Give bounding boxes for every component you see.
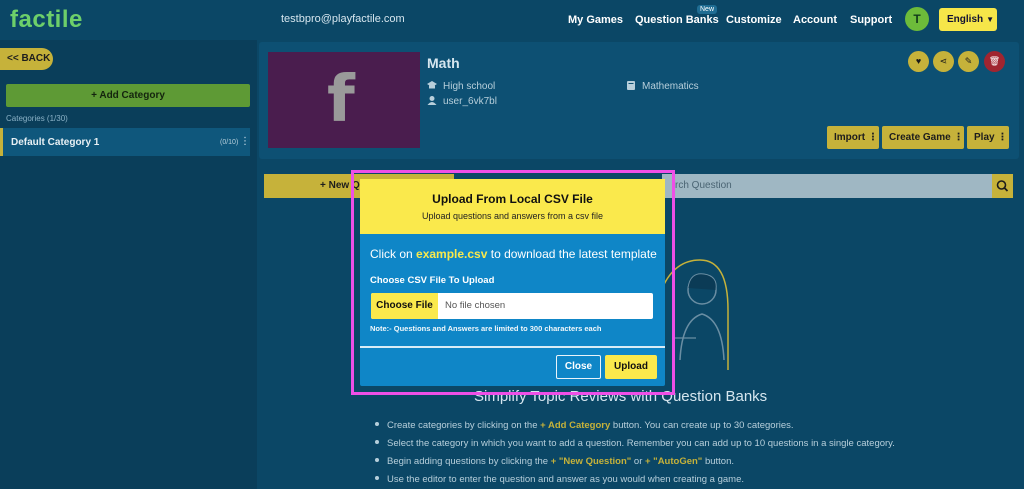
- back-button[interactable]: << BACK: [0, 48, 53, 70]
- bank-subject: Mathematics: [626, 81, 699, 92]
- share-icon: ⋖: [939, 56, 948, 66]
- instruction-item: Use the editor to enter the question and…: [375, 474, 744, 485]
- instruction-highlight: + "AutoGen": [645, 456, 703, 467]
- avatar[interactable]: T: [905, 7, 929, 31]
- search-input[interactable]: rch Question: [662, 174, 992, 198]
- download-post-text: to download the latest template: [487, 247, 657, 261]
- instruction-item: Begin adding questions by clicking the +…: [375, 456, 734, 467]
- play-button[interactable]: Play ⋮: [967, 126, 1009, 149]
- search-button[interactable]: [992, 174, 1013, 198]
- upload-button[interactable]: Upload: [605, 355, 657, 379]
- modal-subtitle: Upload questions and answers from a csv …: [421, 211, 604, 221]
- instruction-text: Select the category in which you want to…: [387, 438, 895, 449]
- nav-customize[interactable]: Customize: [726, 14, 782, 26]
- kebab-icon: ⋮: [867, 132, 878, 143]
- download-pre-text: Click on: [370, 247, 417, 261]
- bank-level: High school: [427, 81, 495, 92]
- bank-owner-text: user_6vk7bl: [443, 96, 497, 107]
- plus-icon: +: [320, 180, 329, 191]
- more-options-icon[interactable]: ⋮: [240, 136, 250, 147]
- choose-file-button[interactable]: Choose File: [371, 293, 438, 319]
- character-limit-note: Note:- Questions and Answers are limited…: [370, 324, 602, 333]
- language-select[interactable]: English ▼: [939, 8, 997, 31]
- import-label: Import: [834, 132, 866, 143]
- example-csv-link[interactable]: example.csv: [416, 247, 487, 261]
- instruction-text: Use the editor to enter the question and…: [387, 474, 744, 485]
- instruction-text: Begin adding questions by clicking the: [387, 456, 551, 467]
- nav-support[interactable]: Support: [850, 14, 892, 26]
- file-status: No file chosen: [445, 300, 506, 311]
- add-category-button[interactable]: + Add Category: [6, 84, 250, 107]
- create-game-button[interactable]: Create Game ⋮: [882, 126, 964, 149]
- book-icon: [626, 81, 636, 90]
- close-button[interactable]: Close: [556, 355, 601, 379]
- search-icon: [996, 180, 1009, 192]
- bank-owner: user_6vk7bl: [427, 96, 497, 107]
- nav-question-banks[interactable]: Question Banks: [635, 14, 719, 26]
- instruction-text: button.: [702, 456, 735, 467]
- edit-button[interactable]: ✎: [958, 51, 979, 72]
- download-template-text: Click on example.csv to download the lat…: [370, 247, 657, 261]
- instruction-text: button. You can create up to 30 categori…: [610, 420, 794, 431]
- create-game-label: Create Game: [889, 132, 951, 143]
- language-label: English: [947, 14, 984, 25]
- bank-title: Math: [427, 55, 460, 71]
- play-label: Play: [974, 132, 995, 143]
- bank-subject-text: Mathematics: [642, 81, 699, 92]
- nav-account[interactable]: Account: [793, 14, 837, 26]
- import-button[interactable]: Import ⋮: [827, 126, 879, 149]
- bank-thumbnail-letter: f: [327, 63, 355, 137]
- modal-divider: [360, 346, 665, 348]
- heart-icon: ♥: [915, 56, 922, 66]
- instruction-highlight: + "New Question": [550, 456, 632, 467]
- category-question-count: (0/10): [220, 139, 239, 146]
- instruction-text: Create categories by clicking on the: [387, 420, 541, 431]
- category-name: Default Category 1: [11, 137, 100, 148]
- user-email: testbpro@playfactile.com: [281, 13, 405, 25]
- choose-file-label: Choose CSV File To Upload: [370, 275, 495, 286]
- share-button[interactable]: ⋖: [933, 51, 954, 72]
- sidebar: [0, 40, 257, 489]
- instruction-item: Select the category in which you want to…: [375, 438, 895, 449]
- chevron-down-icon: ▼: [986, 15, 995, 24]
- instruction-item: Create categories by clicking on the + A…: [375, 420, 794, 431]
- trash-icon: 🗑: [988, 56, 1001, 66]
- instruction-text: or: [631, 456, 645, 467]
- nav-my-games[interactable]: My Games: [568, 14, 623, 26]
- categories-count: Categories (1/30): [6, 114, 68, 123]
- edit-icon: ✎: [964, 56, 973, 66]
- favorite-button[interactable]: ♥: [908, 51, 929, 72]
- new-badge: New: [697, 5, 718, 14]
- modal-header: [360, 179, 665, 234]
- modal-title: Upload From Local CSV File: [432, 192, 593, 206]
- user-icon: [427, 96, 437, 105]
- graduation-cap-icon: [427, 81, 437, 90]
- add-category-label: Add Category: [99, 90, 165, 101]
- instruction-highlight: + Add Category: [540, 420, 611, 431]
- bank-level-text: High school: [443, 81, 496, 92]
- kebab-icon: ⋮: [953, 132, 964, 143]
- delete-button[interactable]: 🗑: [984, 51, 1005, 72]
- factile-logo[interactable]: factile: [10, 6, 83, 34]
- kebab-icon: ⋮: [997, 132, 1008, 143]
